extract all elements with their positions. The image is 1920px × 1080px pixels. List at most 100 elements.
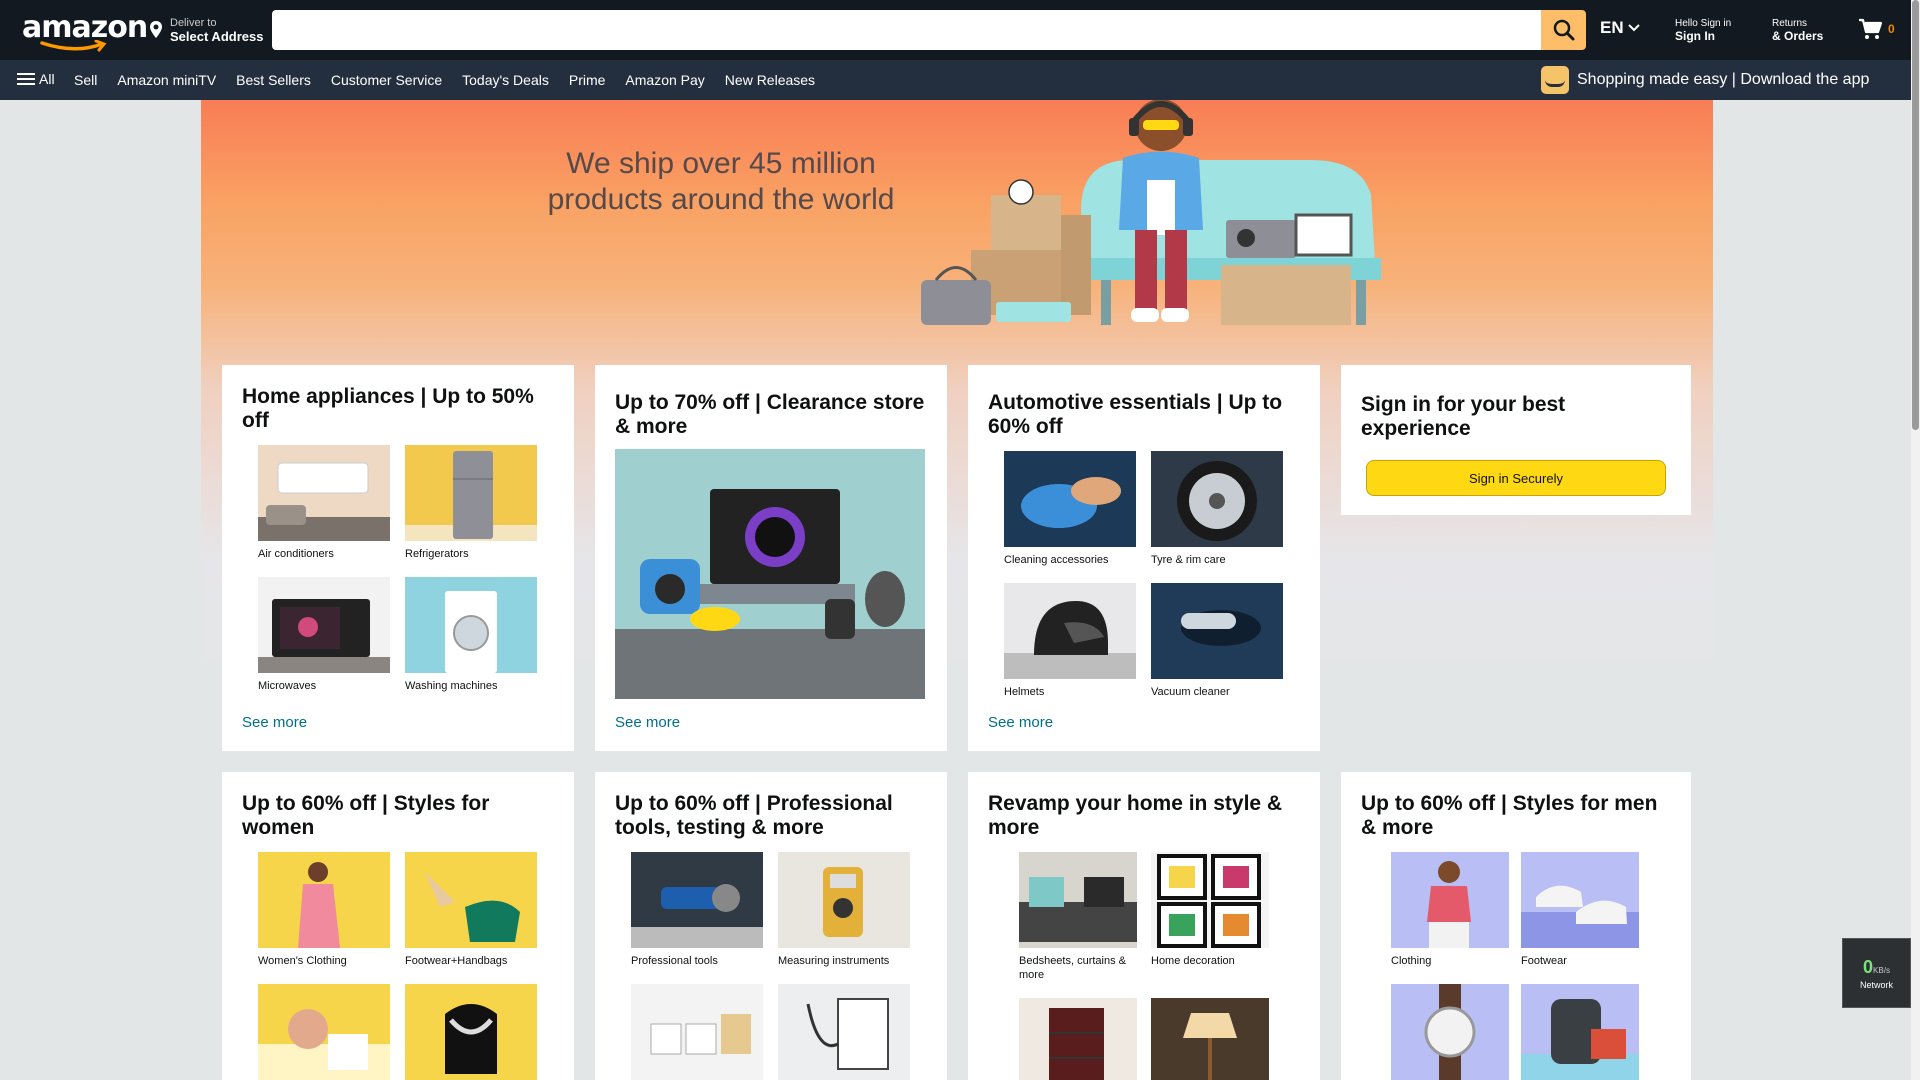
home-decoration-image bbox=[1151, 852, 1269, 948]
tile-mens-footwear[interactable]: Footwear bbox=[1521, 852, 1639, 968]
tile-caption: Cleaning accessories bbox=[1004, 554, 1109, 566]
search-bar bbox=[272, 10, 1586, 50]
tile-watches[interactable] bbox=[258, 984, 391, 1080]
tile-caption: Clothing bbox=[1391, 955, 1432, 967]
nav-link-customer-service[interactable]: Customer Service bbox=[331, 72, 442, 88]
womens-clothing-image bbox=[258, 852, 390, 948]
tile-caption: Air conditioners bbox=[258, 548, 334, 560]
tile-caption: Bedsheets, curtains & more bbox=[1019, 955, 1127, 981]
cart-link[interactable]: 0 bbox=[1858, 18, 1895, 40]
nav-link-amazon-pay[interactable]: Amazon Pay bbox=[625, 72, 704, 88]
nav-link-new-releases[interactable]: New Releases bbox=[725, 72, 815, 88]
tile-cleaning-accessories[interactable]: Cleaning accessories bbox=[1004, 451, 1137, 567]
account-link[interactable]: Hello Sign in Sign In bbox=[1675, 17, 1731, 43]
bedsheets-curtains-image bbox=[1019, 852, 1137, 948]
tile-mens-bags[interactable] bbox=[1521, 984, 1639, 1080]
hero-line-1: We ship over 45 million bbox=[566, 147, 876, 180]
tile-footwear-handbags[interactable]: Footwear+Handbags bbox=[405, 852, 538, 968]
tile-mens-clothing[interactable]: Clothing bbox=[1391, 852, 1509, 968]
card-title: Revamp your home in style & more bbox=[988, 792, 1283, 839]
deliver-to-location[interactable]: Deliver to Select Address bbox=[148, 14, 263, 46]
refrigerator-image bbox=[405, 445, 537, 541]
deliver-address: Select Address bbox=[170, 29, 264, 44]
card-revamp-home: Revamp your home in style & more Bedshee… bbox=[968, 772, 1320, 1080]
page-scrollbar-thumb[interactable] bbox=[1912, 0, 1919, 430]
language-selector[interactable]: EN bbox=[1600, 18, 1640, 38]
network-value-line: 0KB/s bbox=[1843, 957, 1910, 978]
amazon-logo[interactable]: amazon bbox=[22, 10, 148, 52]
microwave-image bbox=[258, 577, 390, 673]
all-menu-button[interactable]: All bbox=[17, 71, 55, 87]
see-more-link[interactable]: See more bbox=[988, 714, 1053, 731]
tile-tyre-rim-care[interactable]: Tyre & rim care bbox=[1151, 451, 1284, 567]
nav-link-minitv[interactable]: Amazon miniTV bbox=[117, 72, 216, 88]
helmet-image bbox=[1004, 583, 1136, 679]
tile-lamp[interactable] bbox=[1151, 998, 1269, 1080]
tile-mens-watches[interactable] bbox=[1391, 984, 1509, 1080]
card-styles-women: Up to 60% off | Styles for women Women's… bbox=[222, 772, 574, 1080]
cart-count: 0 bbox=[1888, 22, 1895, 36]
tile-refrigerators[interactable]: Refrigerators bbox=[405, 445, 538, 561]
card-title: Home appliances | Up to 50% off bbox=[242, 385, 534, 432]
mens-watch-image bbox=[1391, 984, 1509, 1080]
chevron-down-icon bbox=[1627, 24, 1640, 32]
card-clearance-store: Up to 70% off | Clearance store & more S… bbox=[595, 365, 947, 751]
watch-image bbox=[258, 984, 390, 1080]
orders-label: & Orders bbox=[1772, 29, 1824, 43]
footwear-handbags-image bbox=[405, 852, 537, 948]
app-promo-text: Shopping made easy | Download the app bbox=[1577, 71, 1870, 88]
card-title: Up to 70% off | Clearance store & more bbox=[615, 391, 925, 438]
card-professional-tools: Up to 60% off | Professional tools, test… bbox=[595, 772, 947, 1080]
search-icon bbox=[1553, 19, 1574, 41]
returns-orders-link[interactable]: Returns & Orders bbox=[1772, 17, 1823, 43]
tile-helmets[interactable]: Helmets bbox=[1004, 583, 1137, 699]
search-input[interactable] bbox=[272, 10, 1541, 50]
tile-microwaves[interactable]: Microwaves bbox=[258, 577, 391, 693]
nav-link-best-sellers[interactable]: Best Sellers bbox=[236, 72, 311, 88]
tile-stethoscope[interactable] bbox=[778, 984, 911, 1080]
nav-link-sell[interactable]: Sell bbox=[74, 72, 97, 88]
secondary-navbar: All Sell Amazon miniTV Best Sellers Cust… bbox=[0, 60, 1920, 100]
nav-link-todays-deals[interactable]: Today's Deals bbox=[462, 72, 549, 88]
tile-home-decoration[interactable]: Home decoration bbox=[1151, 852, 1269, 982]
tile-caption: Women's Clothing bbox=[258, 955, 347, 967]
card-title: Sign in for your best experience bbox=[1361, 393, 1566, 440]
tile-womens-clothing[interactable]: Women's Clothing bbox=[258, 852, 391, 968]
tile-washing-machines[interactable]: Washing machines bbox=[405, 577, 538, 693]
medical-supplies-image bbox=[631, 984, 763, 1080]
tile-air-conditioners[interactable]: Air conditioners bbox=[258, 445, 391, 561]
tile-caption: Microwaves bbox=[258, 680, 317, 692]
card-sign-in: Sign in for your best experience Sign in… bbox=[1341, 365, 1691, 515]
tile-professional-tools[interactable]: Professional tools bbox=[631, 852, 764, 968]
app-download-promo[interactable]: Shopping made easy | Download the app bbox=[1541, 66, 1869, 94]
tile-caption: Footwear bbox=[1521, 955, 1567, 967]
deliver-label: Deliver to bbox=[170, 17, 217, 29]
hamburger-icon bbox=[17, 73, 35, 85]
tile-medical-supplies[interactable] bbox=[631, 984, 764, 1080]
jewellery-image bbox=[405, 984, 537, 1080]
location-pin-icon bbox=[150, 21, 162, 38]
hero-line-2: products around the world bbox=[547, 183, 895, 216]
search-button[interactable] bbox=[1541, 10, 1586, 50]
network-value: 0 bbox=[1863, 957, 1874, 977]
tile-caption: Footwear+Handbags bbox=[405, 955, 508, 967]
tile-measuring-instruments[interactable]: Measuring instruments bbox=[778, 852, 911, 968]
professional-tools-image bbox=[631, 852, 763, 948]
tile-bedsheets-curtains[interactable]: Bedsheets, curtains & more bbox=[1019, 852, 1137, 982]
sign-in-securely-button[interactable]: Sign in Securely bbox=[1366, 460, 1666, 496]
tile-jewellery[interactable] bbox=[405, 984, 538, 1080]
tile-caption: Tyre & rim care bbox=[1151, 554, 1226, 566]
tile-shoe-rack[interactable] bbox=[1019, 998, 1137, 1080]
logo-smile-icon bbox=[40, 40, 107, 52]
washing-machine-image bbox=[405, 577, 537, 673]
stethoscope-image bbox=[778, 984, 910, 1080]
tile-caption: Home decoration bbox=[1151, 955, 1235, 967]
tile-vacuum-cleaner[interactable]: Vacuum cleaner bbox=[1151, 583, 1284, 699]
card-styles-men: Up to 60% off | Styles for men & more Cl… bbox=[1341, 772, 1691, 1080]
nav-link-prime[interactable]: Prime bbox=[569, 72, 606, 88]
tile-caption: Washing machines bbox=[405, 680, 498, 692]
see-more-link[interactable]: See more bbox=[242, 714, 307, 731]
hero-headline: We ship over 45 million products around … bbox=[521, 146, 921, 218]
see-more-link[interactable]: See more bbox=[615, 714, 680, 731]
clearance-electronics-image[interactable] bbox=[615, 449, 925, 699]
